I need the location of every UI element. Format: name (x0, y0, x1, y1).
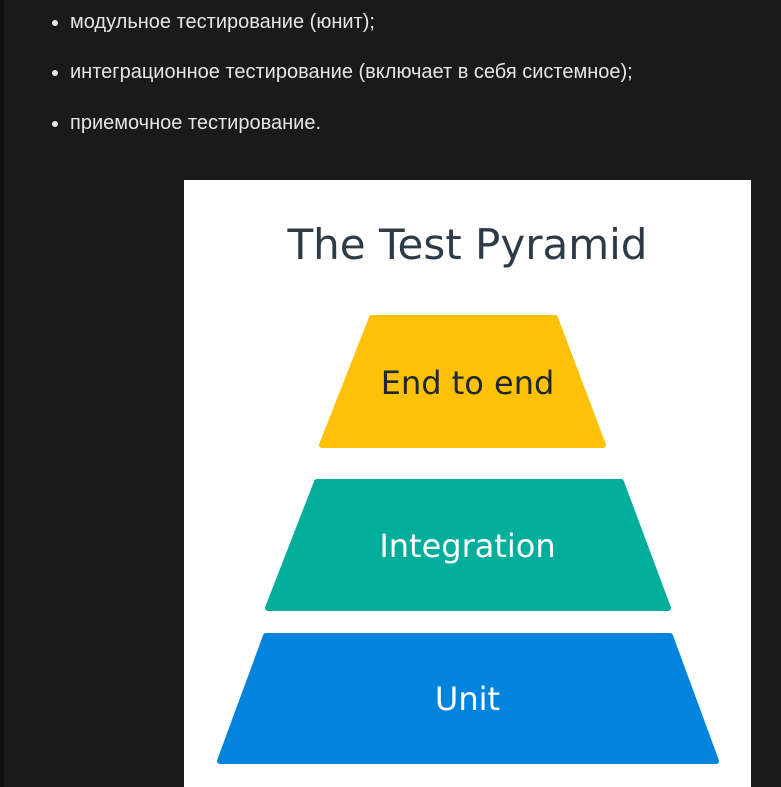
tier-unit-label: Unit (434, 680, 501, 718)
list-item: модульное тестирование (юнит); (52, 11, 375, 33)
pyramid-title: The Test Pyramid (287, 220, 648, 269)
tier-end-to-end-label: End to end (380, 364, 555, 402)
page-edge (0, 0, 4, 787)
tier-integration-label: Integration (379, 527, 556, 565)
list-item: интеграционное тестирование (включает в … (52, 61, 633, 83)
test-pyramid-image: The Test Pyramid End to end Integration … (184, 180, 751, 787)
list-item: приемочное тестирование. (51, 112, 322, 134)
